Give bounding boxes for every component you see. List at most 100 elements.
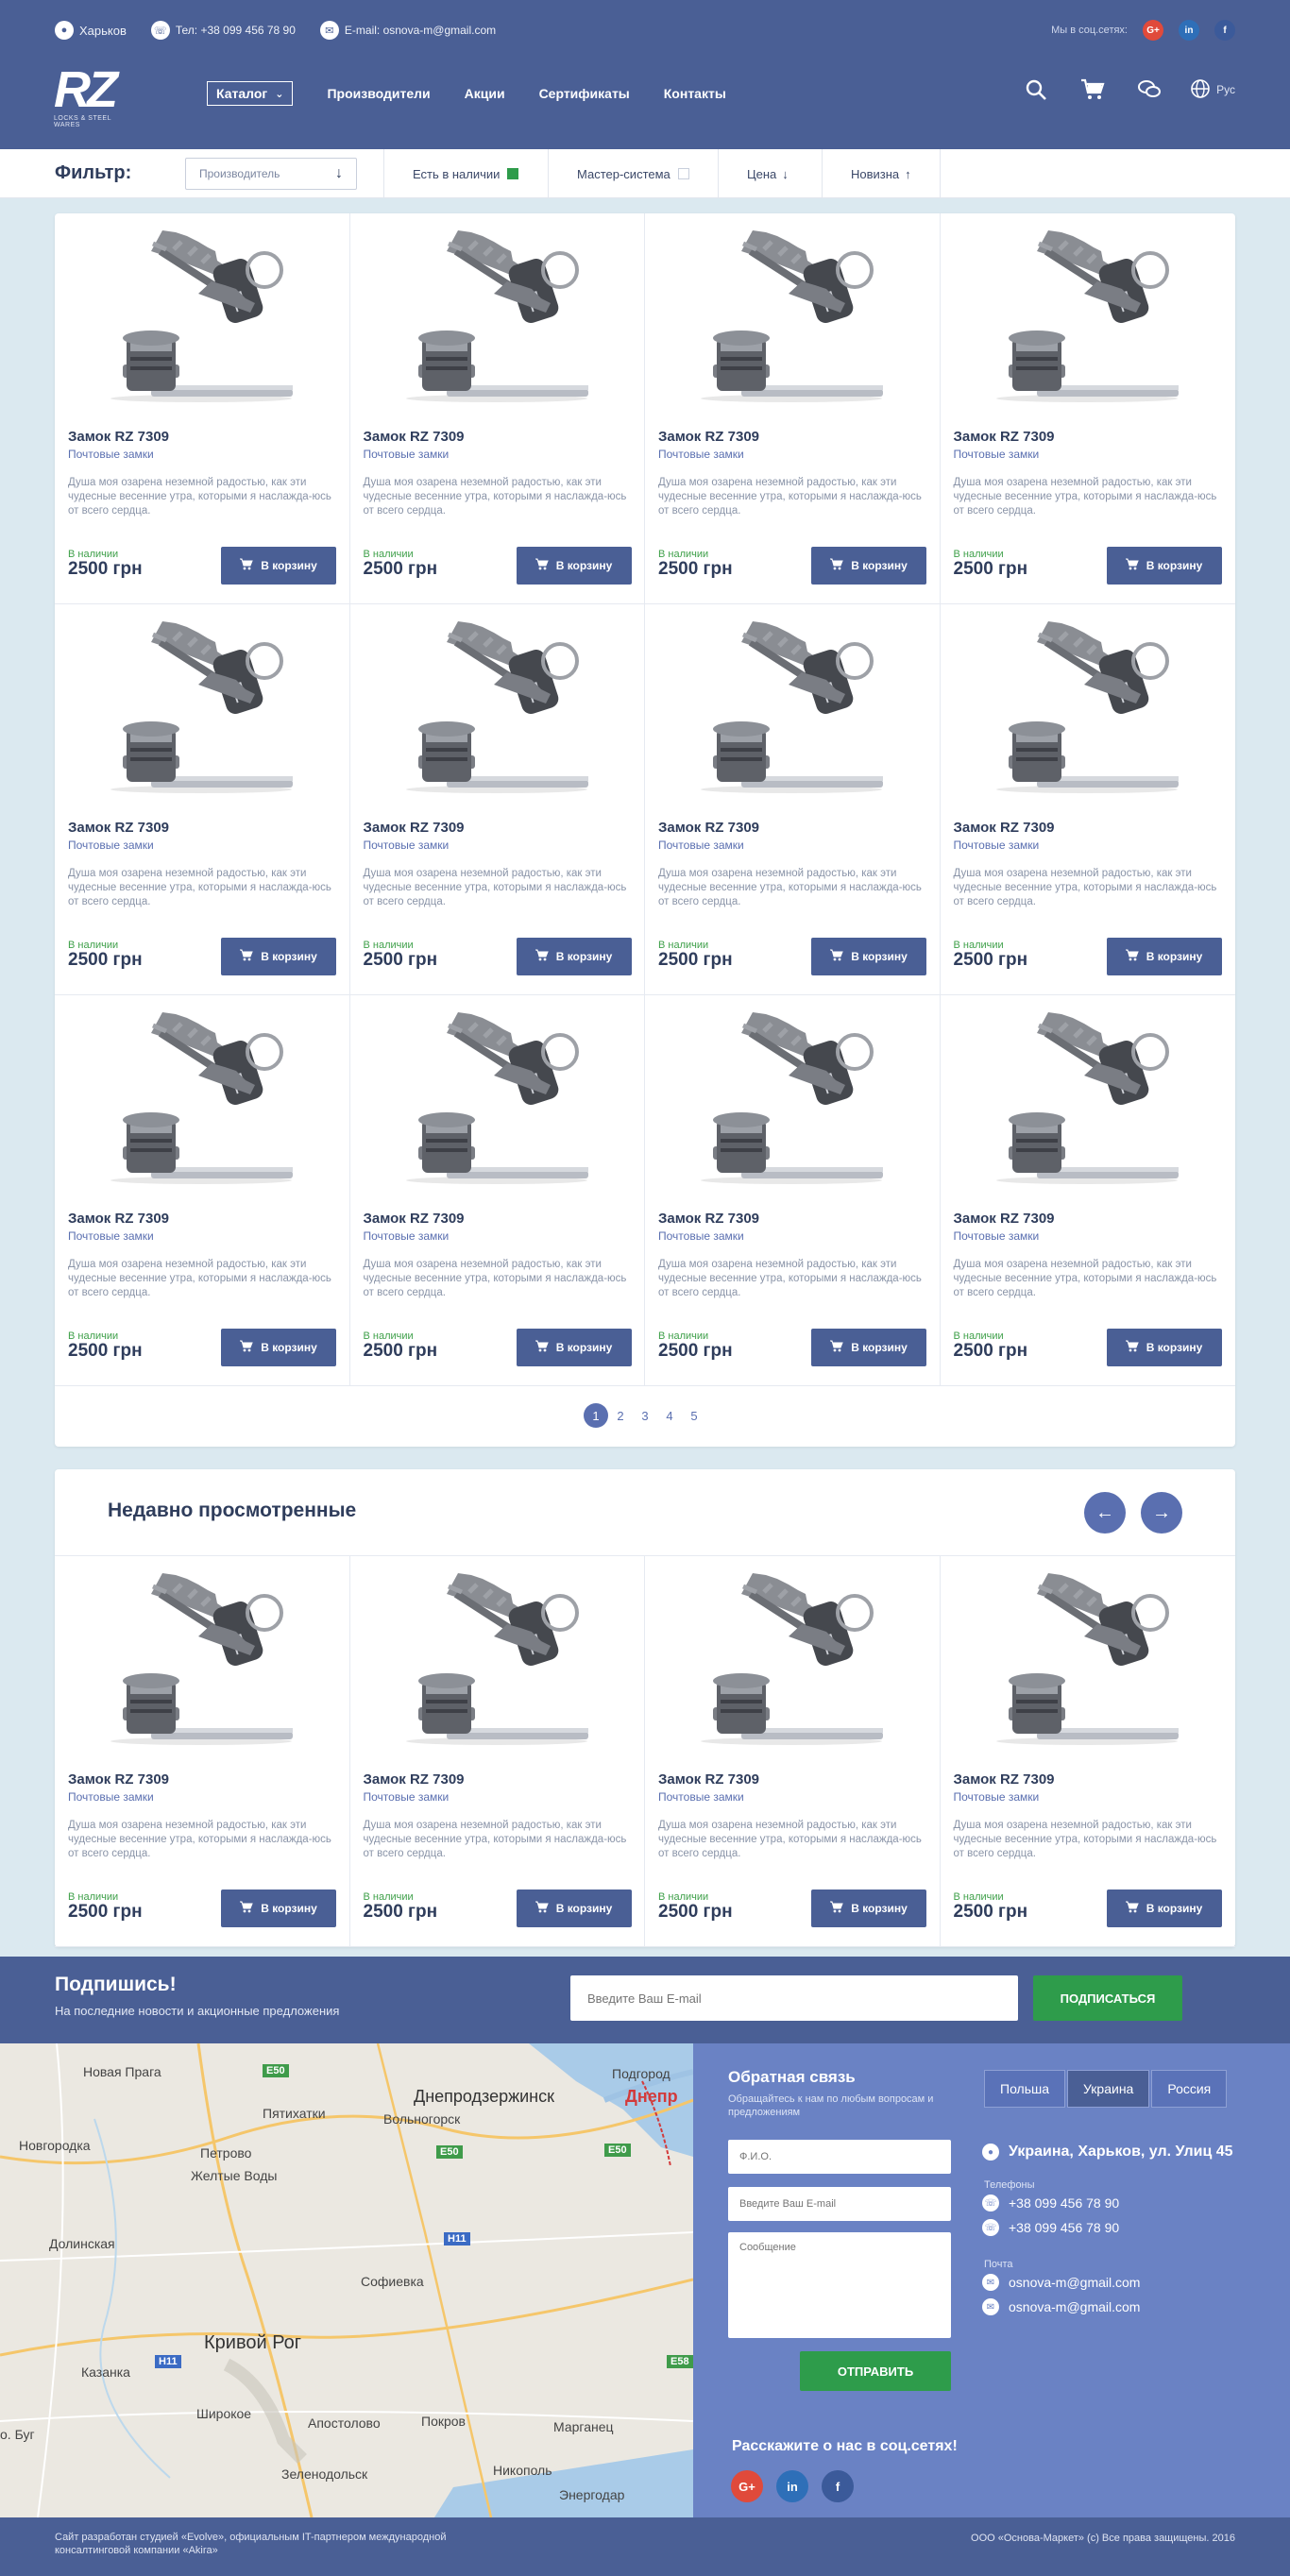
product-name[interactable]: Замок RZ 7309 <box>364 1211 465 1227</box>
product-name[interactable]: Замок RZ 7309 <box>658 1211 759 1227</box>
product-category[interactable]: Почтовые замки <box>68 839 154 852</box>
product-image[interactable]: RZ <box>980 614 1194 798</box>
in-stock-checkbox[interactable] <box>507 168 519 179</box>
product-name[interactable]: Замок RZ 7309 <box>954 820 1055 836</box>
arrow-left-icon[interactable]: ← <box>1084 1492 1126 1534</box>
product-card[interactable]: RZ Замок RZ 7309 Почтовые замки Душа моя… <box>645 1556 941 1947</box>
product-name[interactable]: Замок RZ 7309 <box>954 1771 1055 1788</box>
sort-price[interactable]: Цена ↓ <box>718 149 817 198</box>
city-selector[interactable]: ● Харьков <box>55 21 127 40</box>
product-card[interactable]: RZ Замок RZ 7309 Почтовые замки Душа моя… <box>940 604 1235 995</box>
arrow-right-icon[interactable]: → <box>1141 1492 1182 1534</box>
product-name[interactable]: Замок RZ 7309 <box>658 429 759 445</box>
add-to-cart-button[interactable]: В корзину <box>221 547 336 585</box>
product-category[interactable]: Почтовые замки <box>364 839 450 852</box>
add-to-cart-button[interactable]: В корзину <box>811 938 926 975</box>
page-2[interactable]: 2 <box>608 1403 633 1428</box>
product-category[interactable]: Почтовые замки <box>658 1229 744 1243</box>
product-card[interactable]: RZ Замок RZ 7309 Почтовые замки Душа моя… <box>940 213 1235 604</box>
product-category[interactable]: Почтовые замки <box>68 1790 154 1804</box>
product-name[interactable]: Замок RZ 7309 <box>68 1211 169 1227</box>
product-image[interactable]: RZ <box>685 1566 898 1750</box>
linkedin-icon[interactable]: in <box>1179 20 1199 41</box>
location-map[interactable]: Новая Прага E50 Днепродзержинск Подгород Дне… <box>0 2043 693 2517</box>
product-category[interactable]: Почтовые замки <box>68 1229 154 1243</box>
product-name[interactable]: Замок RZ 7309 <box>954 1211 1055 1227</box>
add-to-cart-button[interactable]: В корзину <box>221 1329 336 1366</box>
language-selector[interactable]: Рус <box>1190 78 1235 102</box>
product-card[interactable]: RZ Замок RZ 7309 Почтовые замки Душа моя… <box>349 1556 645 1947</box>
google-plus-icon[interactable]: G+ <box>731 2470 763 2502</box>
nav-contacts[interactable]: Контакты <box>664 86 726 101</box>
product-image[interactable]: RZ <box>390 223 603 407</box>
filter-in-stock[interactable]: Есть в наличии <box>383 149 547 198</box>
cart-icon[interactable] <box>1080 77 1105 102</box>
phone-2[interactable]: ☏ +38 099 456 78 90 <box>982 2219 1119 2236</box>
message-field[interactable] <box>728 2232 951 2338</box>
product-card[interactable]: RZ Замок RZ 7309 Почтовые замки Душа моя… <box>55 604 350 995</box>
product-card[interactable]: RZ Замок RZ 7309 Почтовые замки Душа моя… <box>645 604 941 995</box>
linkedin-icon[interactable]: in <box>776 2470 808 2502</box>
tab-ukraine[interactable]: Украина <box>1067 2070 1150 2108</box>
email-2[interactable]: ✉ osnova-m@gmail.com <box>982 2298 1140 2315</box>
product-category[interactable]: Почтовые замки <box>954 839 1040 852</box>
add-to-cart-button[interactable]: В корзину <box>1106 938 1222 975</box>
nav-certificates[interactable]: Сертификаты <box>539 86 630 101</box>
product-name[interactable]: Замок RZ 7309 <box>68 1771 169 1788</box>
send-button[interactable]: ОТПРАВИТЬ <box>800 2351 951 2391</box>
product-image[interactable]: RZ <box>685 614 898 798</box>
product-card[interactable]: RZ Замок RZ 7309 Почтовые замки Душа моя… <box>940 995 1235 1386</box>
google-plus-icon[interactable]: G+ <box>1143 20 1163 41</box>
filter-master-system[interactable]: Мастер-система <box>548 149 718 198</box>
add-to-cart-button[interactable]: В корзину <box>221 1890 336 1927</box>
product-image[interactable]: RZ <box>685 1005 898 1189</box>
facebook-icon[interactable]: f <box>822 2470 854 2502</box>
product-image[interactable]: RZ <box>94 614 308 798</box>
add-to-cart-button[interactable]: В корзину <box>1106 1890 1222 1927</box>
product-name[interactable]: Замок RZ 7309 <box>364 429 465 445</box>
product-image[interactable]: RZ <box>390 1005 603 1189</box>
product-name[interactable]: Замок RZ 7309 <box>658 1771 759 1788</box>
page-4[interactable]: 4 <box>657 1403 682 1428</box>
header-phone[interactable]: ☏ Тел: +38 099 456 78 90 <box>150 21 296 40</box>
subscribe-button[interactable]: ПОДПИСАТЬСЯ <box>1033 1975 1182 2021</box>
catalog-button[interactable]: Каталог ⌄ <box>207 81 294 106</box>
add-to-cart-button[interactable]: В корзину <box>516 1329 632 1366</box>
product-name[interactable]: Замок RZ 7309 <box>364 1771 465 1788</box>
product-image[interactable]: RZ <box>980 1566 1194 1750</box>
product-image[interactable]: RZ <box>390 614 603 798</box>
phone-1[interactable]: ☏ +38 099 456 78 90 <box>982 2195 1119 2212</box>
product-category[interactable]: Почтовые замки <box>68 448 154 461</box>
product-category[interactable]: Почтовые замки <box>954 1790 1040 1804</box>
add-to-cart-button[interactable]: В корзину <box>221 938 336 975</box>
page-1[interactable]: 1 <box>584 1403 608 1428</box>
product-category[interactable]: Почтовые замки <box>954 1229 1040 1243</box>
search-icon[interactable] <box>1024 77 1048 102</box>
email-field[interactable] <box>728 2187 951 2221</box>
product-category[interactable]: Почтовые замки <box>658 1790 744 1804</box>
tab-poland[interactable]: Польша <box>984 2070 1066 2108</box>
nav-promotions[interactable]: Акции <box>465 86 505 101</box>
product-card[interactable]: RZ Замок RZ 7309 Почтовые замки Душа моя… <box>940 1556 1235 1947</box>
add-to-cart-button[interactable]: В корзину <box>811 1890 926 1927</box>
tab-russia[interactable]: Россия <box>1151 2070 1228 2108</box>
product-image[interactable]: RZ <box>980 223 1194 407</box>
product-category[interactable]: Почтовые замки <box>364 1790 450 1804</box>
product-card[interactable]: RZ Замок RZ 7309 Почтовые замки Душа моя… <box>645 213 941 604</box>
name-field[interactable] <box>728 2140 951 2174</box>
product-card[interactable]: RZ Замок RZ 7309 Почтовые замки Душа моя… <box>55 213 350 604</box>
add-to-cart-button[interactable]: В корзину <box>1106 547 1222 585</box>
add-to-cart-button[interactable]: В корзину <box>516 938 632 975</box>
page-3[interactable]: 3 <box>633 1403 657 1428</box>
email-1[interactable]: ✉ osnova-m@gmail.com <box>982 2274 1140 2291</box>
product-category[interactable]: Почтовые замки <box>954 448 1040 461</box>
chat-icon[interactable] <box>1137 77 1162 102</box>
product-card[interactable]: RZ Замок RZ 7309 Почтовые замки Душа моя… <box>55 1556 350 1947</box>
product-name[interactable]: Замок RZ 7309 <box>68 820 169 836</box>
product-category[interactable]: Почтовые замки <box>364 1229 450 1243</box>
product-name[interactable]: Замок RZ 7309 <box>658 820 759 836</box>
manufacturer-select[interactable]: Производитель ↓ <box>185 158 357 190</box>
add-to-cart-button[interactable]: В корзину <box>811 547 926 585</box>
facebook-icon[interactable]: f <box>1214 20 1235 41</box>
product-card[interactable]: RZ Замок RZ 7309 Почтовые замки Душа моя… <box>645 995 941 1386</box>
